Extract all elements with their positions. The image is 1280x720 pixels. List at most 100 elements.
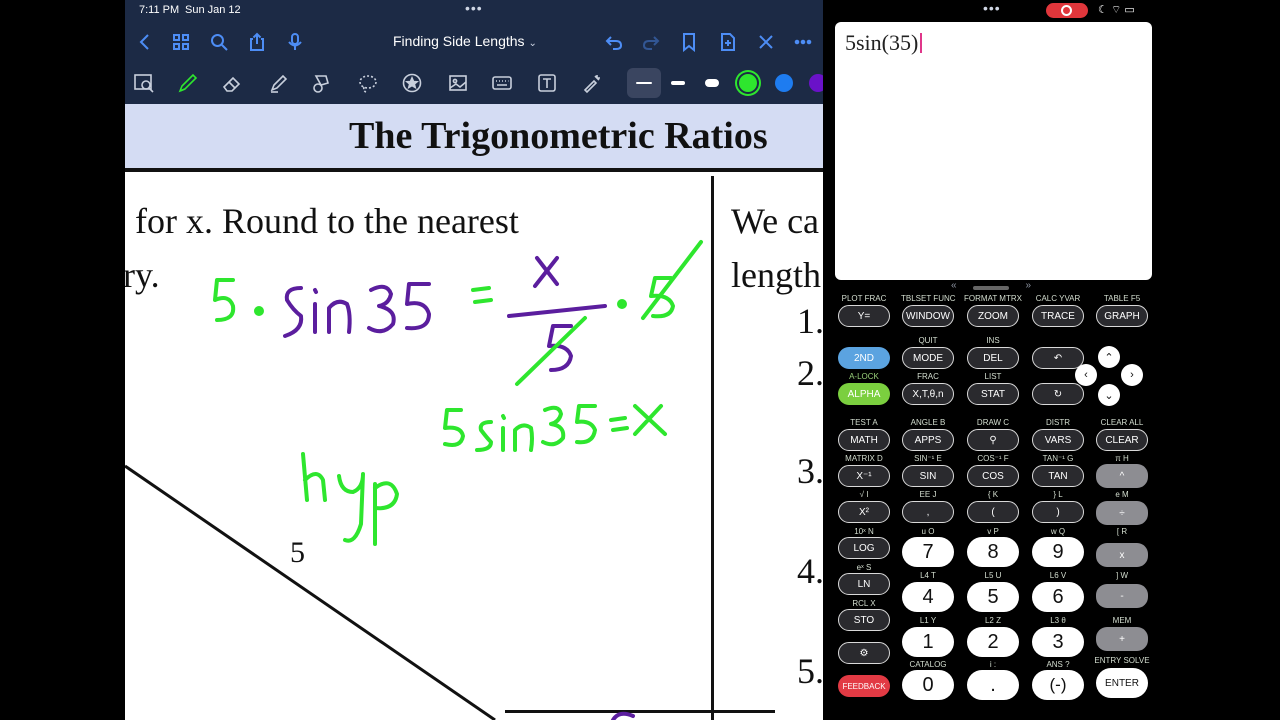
microphone-icon[interactable] bbox=[281, 28, 309, 56]
fn-label: ] W bbox=[1116, 571, 1128, 580]
pen-color-green[interactable] bbox=[739, 74, 757, 92]
key-1[interactable]: 1 bbox=[902, 627, 954, 657]
key-open-paren[interactable]: ( bbox=[967, 501, 1019, 523]
key-search[interactable]: ⚲ bbox=[967, 429, 1019, 451]
highlighter-tool-icon[interactable] bbox=[264, 68, 294, 98]
key-enter[interactable]: ENTER bbox=[1096, 668, 1148, 698]
document-title[interactable]: Finding Side Lengths ⌄ bbox=[393, 33, 537, 49]
redo-icon[interactable] bbox=[637, 28, 665, 56]
key-divide[interactable]: ÷ bbox=[1096, 501, 1148, 525]
thin-stroke-option[interactable] bbox=[627, 68, 661, 98]
feedback-button[interactable]: FEEDBACK bbox=[838, 675, 890, 697]
key-7[interactable]: 7 bbox=[902, 537, 954, 567]
laser-pointer-icon[interactable] bbox=[577, 68, 607, 98]
pen-color-blue[interactable] bbox=[775, 74, 793, 92]
bookmark-icon[interactable] bbox=[675, 28, 703, 56]
key-apps[interactable]: APPS bbox=[902, 429, 954, 451]
zoom-window-icon[interactable] bbox=[129, 68, 159, 98]
key-xt-theta-n[interactable]: X,T,θ,n bbox=[902, 383, 954, 405]
multitask-dots-icon-right[interactable]: ••• bbox=[983, 0, 1001, 16]
back-icon[interactable] bbox=[131, 28, 159, 56]
fn-label: COS⁻¹ F bbox=[977, 454, 1009, 463]
key-8[interactable]: 8 bbox=[967, 537, 1019, 567]
key-sto[interactable]: STO bbox=[838, 609, 890, 631]
pen-color-purple[interactable] bbox=[809, 74, 823, 92]
key-inverse[interactable]: X⁻¹ bbox=[838, 465, 890, 487]
key-square[interactable]: X² bbox=[838, 501, 890, 523]
fn-label: π H bbox=[1115, 454, 1129, 463]
more-icon[interactable] bbox=[789, 28, 817, 56]
key-mode[interactable]: MODE bbox=[902, 347, 954, 369]
close-icon[interactable] bbox=[752, 28, 780, 56]
key-vars[interactable]: VARS bbox=[1032, 429, 1084, 451]
key-3[interactable]: 3 bbox=[1032, 627, 1084, 657]
key-2nd[interactable]: 2ND bbox=[838, 347, 890, 369]
pen-tool-icon[interactable] bbox=[173, 68, 203, 98]
fn-label: L5 U bbox=[984, 571, 1002, 580]
key-cos[interactable]: COS bbox=[967, 465, 1019, 487]
key-power[interactable]: ^ bbox=[1096, 464, 1148, 488]
key-clear[interactable]: CLEAR bbox=[1096, 429, 1148, 451]
fn-label: TAN⁻¹ G bbox=[1042, 454, 1074, 463]
add-page-icon[interactable] bbox=[714, 28, 742, 56]
key-subtract[interactable]: - bbox=[1096, 584, 1148, 608]
arrow-down-icon[interactable]: ⌄ bbox=[1098, 384, 1120, 406]
key-redo[interactable]: ↻ bbox=[1032, 383, 1084, 405]
key-comma[interactable]: , bbox=[902, 501, 954, 523]
note-page[interactable]: The Trigonometric Ratios for x. Round to… bbox=[125, 104, 823, 720]
share-icon[interactable] bbox=[243, 28, 271, 56]
arrow-right-icon[interactable]: › bbox=[1121, 364, 1143, 386]
ink-x-numerator bbox=[533, 256, 559, 288]
key-y-equals[interactable]: Y= bbox=[838, 305, 890, 327]
key-graph[interactable]: GRAPH bbox=[1096, 305, 1148, 327]
fn-label: TABLE F5 bbox=[1103, 294, 1141, 303]
search-icon[interactable] bbox=[205, 28, 233, 56]
grid-icon[interactable] bbox=[167, 28, 195, 56]
page-indicator[interactable]: « » bbox=[951, 280, 1031, 294]
lasso-tool-icon[interactable] bbox=[353, 68, 383, 98]
key-add[interactable]: + bbox=[1096, 627, 1148, 651]
key-stat[interactable]: STAT bbox=[967, 383, 1019, 405]
arrow-up-icon[interactable]: ⌃ bbox=[1098, 346, 1120, 368]
key-log[interactable]: LOG bbox=[838, 537, 890, 559]
key-alpha[interactable]: ALPHA bbox=[838, 383, 890, 405]
key-close-paren[interactable]: ) bbox=[1032, 501, 1084, 523]
key-9[interactable]: 9 bbox=[1032, 537, 1084, 567]
thick-stroke-option[interactable] bbox=[697, 68, 727, 98]
key-math[interactable]: MATH bbox=[838, 429, 890, 451]
pager-handle[interactable] bbox=[973, 286, 1009, 290]
sticker-icon[interactable] bbox=[397, 68, 427, 98]
key-4[interactable]: 4 bbox=[902, 582, 954, 612]
key-2[interactable]: 2 bbox=[967, 627, 1019, 657]
key-del[interactable]: DEL bbox=[967, 347, 1019, 369]
key-sin[interactable]: SIN bbox=[902, 465, 954, 487]
key-zoom[interactable]: ZOOM bbox=[967, 305, 1019, 327]
key-decimal[interactable]: . bbox=[967, 670, 1019, 700]
eraser-tool-icon[interactable] bbox=[217, 68, 247, 98]
key-6[interactable]: 6 bbox=[1032, 582, 1084, 612]
key-window[interactable]: WINDOW bbox=[902, 305, 954, 327]
key-trace[interactable]: TRACE bbox=[1032, 305, 1084, 327]
key-undo[interactable]: ↶ bbox=[1032, 347, 1084, 369]
medium-stroke-option[interactable] bbox=[663, 68, 693, 98]
fn-label: L3 θ bbox=[1050, 616, 1066, 625]
drawing-toolbar bbox=[125, 62, 823, 104]
key-negative[interactable]: (-) bbox=[1032, 670, 1084, 700]
undo-icon[interactable] bbox=[600, 28, 628, 56]
ink-35 bbox=[367, 282, 431, 334]
shapes-tool-icon[interactable] bbox=[307, 68, 337, 98]
arrow-left-icon[interactable]: ‹ bbox=[1075, 364, 1097, 386]
calculator-display[interactable]: 5sin(35) bbox=[835, 22, 1152, 280]
screen-recording-icon[interactable] bbox=[1046, 3, 1088, 18]
key-0[interactable]: 0 bbox=[902, 670, 954, 700]
key-ln[interactable]: LN bbox=[838, 573, 890, 595]
key-5[interactable]: 5 bbox=[967, 582, 1019, 612]
key-settings[interactable]: ⚙ bbox=[838, 642, 890, 664]
key-tan[interactable]: TAN bbox=[1032, 465, 1084, 487]
expression-entry: 5sin(35) bbox=[845, 30, 923, 56]
image-icon[interactable] bbox=[443, 68, 473, 98]
multitask-dots-icon[interactable]: ••• bbox=[465, 0, 483, 16]
text-box-icon[interactable] bbox=[532, 68, 562, 98]
key-multiply[interactable]: x bbox=[1096, 543, 1148, 567]
keyboard-icon[interactable] bbox=[487, 68, 517, 98]
